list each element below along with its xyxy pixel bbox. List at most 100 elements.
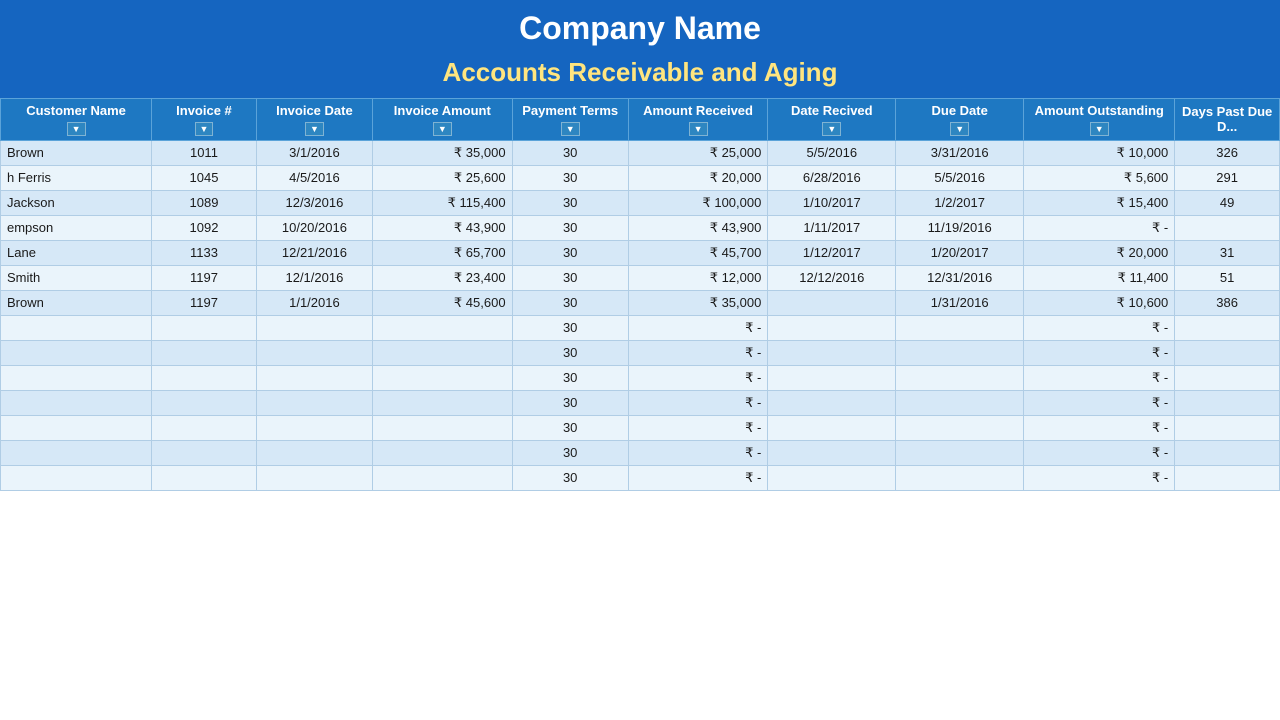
table-cell: 1092 <box>152 215 257 240</box>
table-cell: h Ferris <box>1 165 152 190</box>
dropdown-invoice-num[interactable]: ▼ <box>195 122 214 136</box>
table-cell <box>256 390 372 415</box>
table-cell <box>152 415 257 440</box>
table-cell <box>1175 215 1280 240</box>
table-cell: ₹ 10,000 <box>1024 140 1175 165</box>
table-row: 30₹ -₹ - <box>1 390 1280 415</box>
table-cell: ₹ - <box>628 390 768 415</box>
table-cell: ₹ - <box>1024 215 1175 240</box>
table-cell: 3/31/2016 <box>896 140 1024 165</box>
table-row: 30₹ -₹ - <box>1 465 1280 490</box>
table-cell <box>256 415 372 440</box>
table-cell: 12/1/2016 <box>256 265 372 290</box>
table-cell: ₹ 35,000 <box>373 140 513 165</box>
table-cell <box>373 415 513 440</box>
table-cell <box>1 340 152 365</box>
table-cell <box>152 390 257 415</box>
table-cell: Lane <box>1 240 152 265</box>
table-cell: 30 <box>512 465 628 490</box>
table-cell: ₹ 45,600 <box>373 290 513 315</box>
table-cell: 1133 <box>152 240 257 265</box>
table-cell: 31 <box>1175 240 1280 265</box>
table-cell <box>896 465 1024 490</box>
dropdown-date-received[interactable]: ▼ <box>822 122 841 136</box>
table-cell: Jackson <box>1 190 152 215</box>
table-cell: 30 <box>512 140 628 165</box>
table-cell: 30 <box>512 215 628 240</box>
table-cell: 12/3/2016 <box>256 190 372 215</box>
table-cell <box>768 315 896 340</box>
table-cell <box>152 340 257 365</box>
table-cell: 1197 <box>152 265 257 290</box>
dropdown-invoice-date[interactable]: ▼ <box>305 122 324 136</box>
dropdown-amount-outstanding[interactable]: ▼ <box>1090 122 1109 136</box>
table-cell <box>768 390 896 415</box>
table-cell <box>256 365 372 390</box>
subtitle: Accounts Receivable and Aging <box>0 53 1280 98</box>
table-cell: ₹ 43,900 <box>628 215 768 240</box>
dropdown-invoice-amount[interactable]: ▼ <box>433 122 452 136</box>
table-cell: ₹ - <box>1024 440 1175 465</box>
table-cell: 1/20/2017 <box>896 240 1024 265</box>
table-cell <box>768 340 896 365</box>
table-cell: 11/19/2016 <box>896 215 1024 240</box>
table-cell: 30 <box>512 390 628 415</box>
table-row: 30₹ -₹ - <box>1 365 1280 390</box>
table-cell: 1/12/2017 <box>768 240 896 265</box>
th-invoice-num: Invoice # ▼ <box>152 99 257 141</box>
table-cell <box>768 365 896 390</box>
dropdown-customer[interactable]: ▼ <box>67 122 86 136</box>
table-cell: 386 <box>1175 290 1280 315</box>
table-cell: Brown <box>1 140 152 165</box>
table-cell: ₹ - <box>1024 340 1175 365</box>
table-row: Smith119712/1/2016₹ 23,40030₹ 12,00012/1… <box>1 265 1280 290</box>
table-cell: 30 <box>512 240 628 265</box>
th-payment-terms: Payment Terms ▼ <box>512 99 628 141</box>
dropdown-due-date[interactable]: ▼ <box>950 122 969 136</box>
header-section: Company Name Accounts Receivable and Agi… <box>0 0 1280 98</box>
table-cell: 1/31/2016 <box>896 290 1024 315</box>
table-cell: ₹ - <box>628 365 768 390</box>
table-row: 30₹ -₹ - <box>1 315 1280 340</box>
table-cell <box>768 440 896 465</box>
th-days-past-due: Days Past Due D... <box>1175 99 1280 141</box>
table-cell: ₹ - <box>628 415 768 440</box>
table-cell <box>768 415 896 440</box>
table-cell: ₹ - <box>628 315 768 340</box>
table-wrapper: Customer Name ▼ Invoice # ▼ Invoice Date… <box>0 98 1280 491</box>
table-cell <box>373 440 513 465</box>
table-cell <box>768 290 896 315</box>
dropdown-amount-received[interactable]: ▼ <box>689 122 708 136</box>
table-cell: ₹ 25,000 <box>628 140 768 165</box>
table-cell: 6/28/2016 <box>768 165 896 190</box>
th-invoice-amount: Invoice Amount ▼ <box>373 99 513 141</box>
table-row: Brown10113/1/2016₹ 35,00030₹ 25,0005/5/2… <box>1 140 1280 165</box>
table-cell: 1011 <box>152 140 257 165</box>
table-row: empson109210/20/2016₹ 43,90030₹ 43,9001/… <box>1 215 1280 240</box>
table-cell: 30 <box>512 315 628 340</box>
table-cell: 30 <box>512 440 628 465</box>
table-cell <box>896 415 1024 440</box>
table-cell: 30 <box>512 165 628 190</box>
table-cell: 1/11/2017 <box>768 215 896 240</box>
table-cell: Smith <box>1 265 152 290</box>
table-cell: 30 <box>512 190 628 215</box>
table-header-row: Customer Name ▼ Invoice # ▼ Invoice Date… <box>1 99 1280 141</box>
table-cell <box>1 365 152 390</box>
table-cell: ₹ - <box>1024 465 1175 490</box>
table-cell: ₹ 12,000 <box>628 265 768 290</box>
table-cell <box>1 415 152 440</box>
table-cell <box>896 315 1024 340</box>
table-cell: Brown <box>1 290 152 315</box>
table-cell: ₹ 20,000 <box>1024 240 1175 265</box>
table-cell: 3/1/2016 <box>256 140 372 165</box>
table-cell: 4/5/2016 <box>256 165 372 190</box>
table-cell: ₹ - <box>628 440 768 465</box>
table-cell: 30 <box>512 365 628 390</box>
table-cell <box>256 440 372 465</box>
table-cell: 5/5/2016 <box>896 165 1024 190</box>
th-amount-received: Amount Received ▼ <box>628 99 768 141</box>
table-cell <box>1175 390 1280 415</box>
table-row: 30₹ -₹ - <box>1 415 1280 440</box>
dropdown-payment-terms[interactable]: ▼ <box>561 122 580 136</box>
